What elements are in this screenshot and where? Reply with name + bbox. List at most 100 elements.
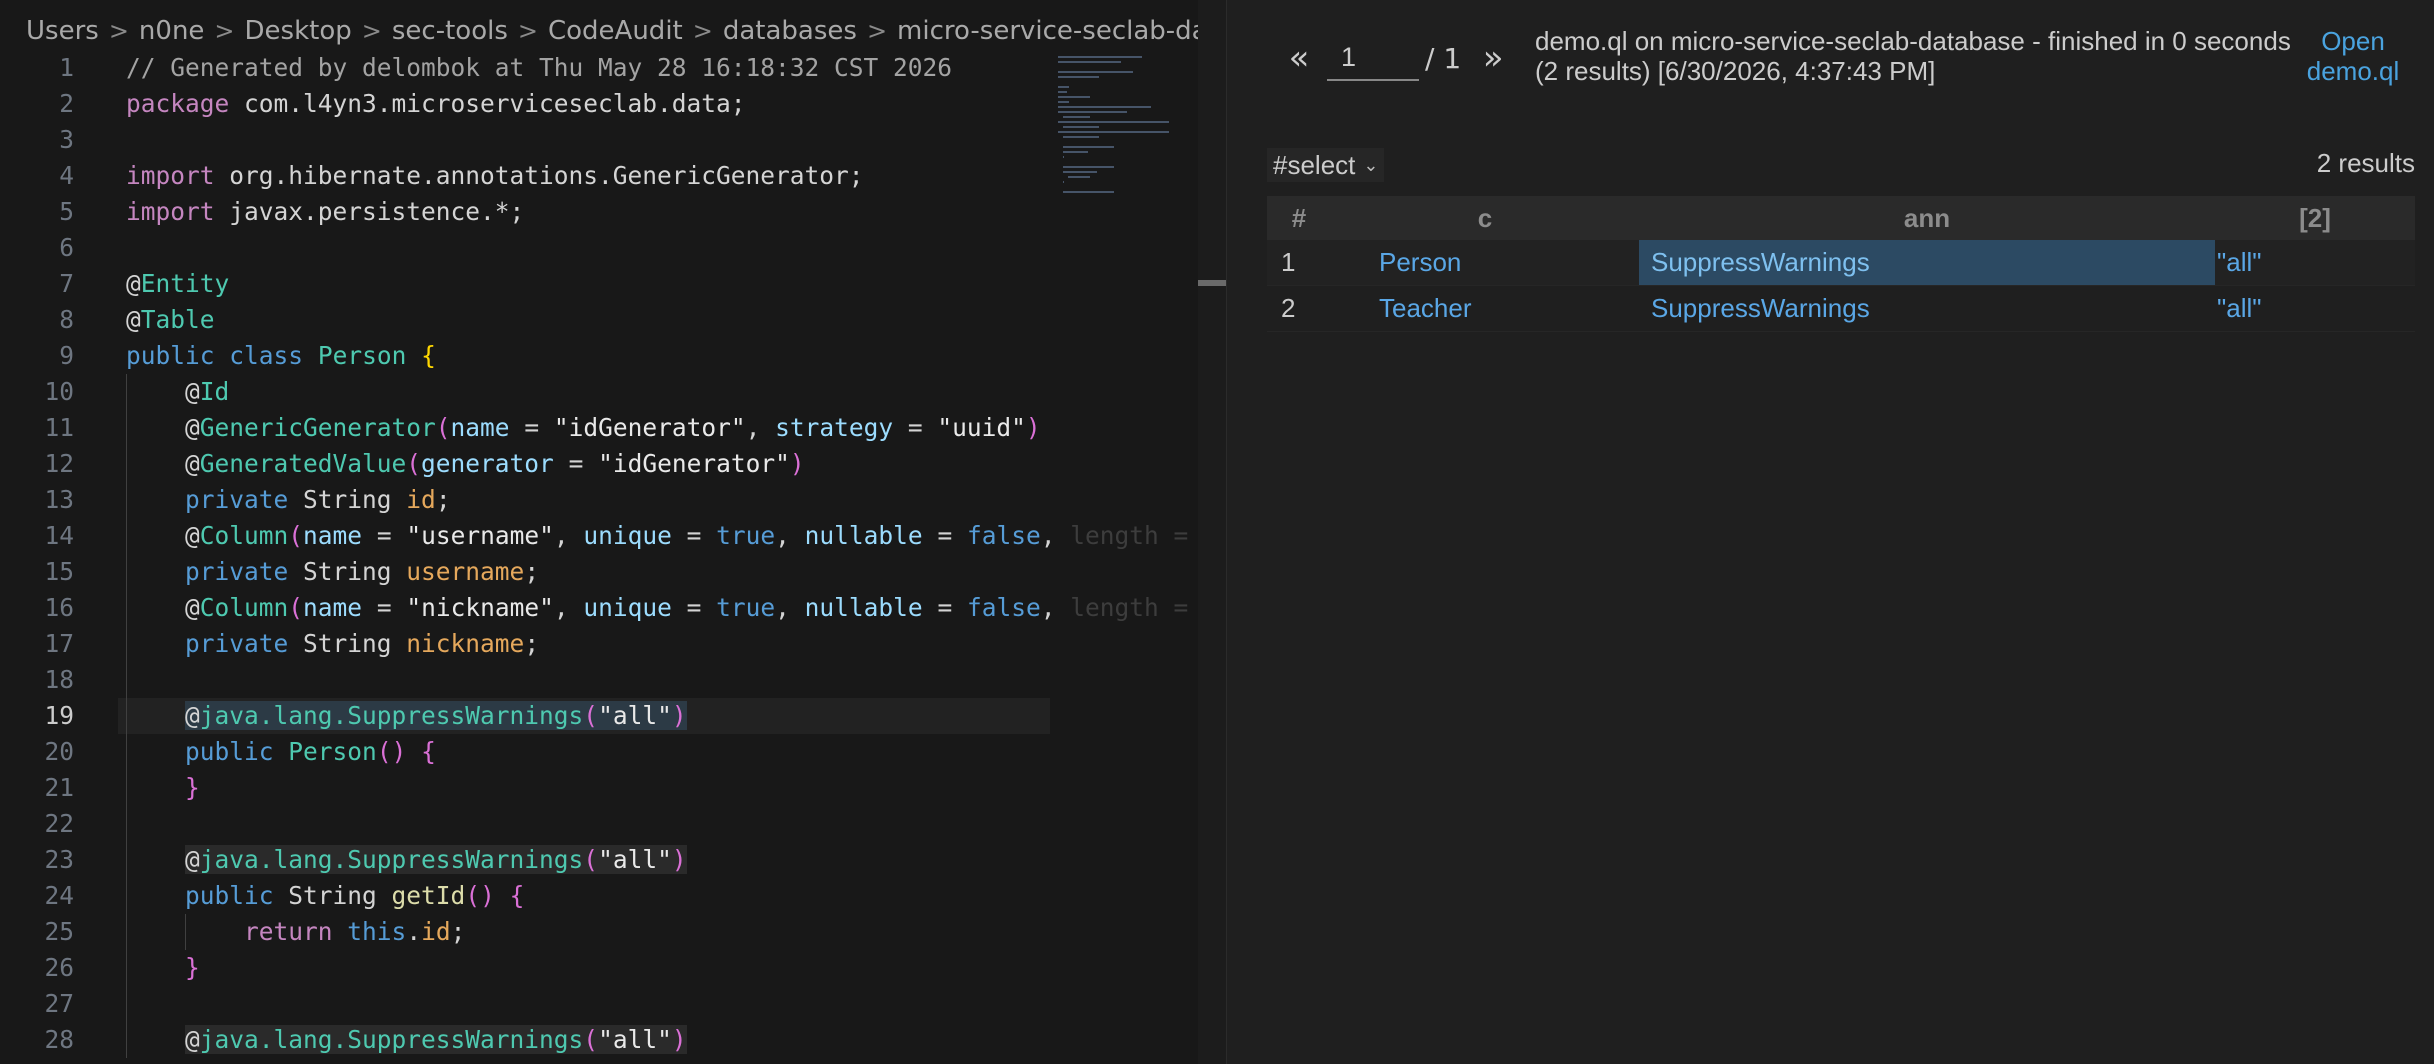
line-number: 11	[44, 413, 74, 442]
result-link[interactable]: "all"	[2205, 240, 2261, 285]
code-text: @GenericGenerator(name = "idGenerator", …	[126, 413, 1041, 442]
line-number: 20	[44, 737, 74, 766]
line-number: 19	[44, 701, 74, 730]
code-text: @java.lang.SuppressWarnings("all")	[185, 845, 687, 874]
result-link[interactable]: "all"	[2205, 286, 2261, 331]
code-line[interactable]: 19 @java.lang.SuppressWarnings("all")	[0, 698, 1050, 734]
result-link[interactable]: SuppressWarnings	[1639, 286, 2215, 331]
breadcrumb-item[interactable]: CodeAudit	[544, 16, 687, 46]
code-line[interactable]: 20 public Person() {	[0, 734, 1050, 770]
code-line[interactable]: 16 @Column(name = "nickname", unique = t…	[0, 590, 1218, 626]
breadcrumb-item[interactable]: micro-service-seclab-database	[893, 16, 1226, 46]
code-area[interactable]: 1 // Generated by delombok at Thu May 28 …	[0, 50, 1218, 1064]
code-text: private String username;	[185, 557, 540, 586]
line-number: 23	[44, 845, 74, 874]
minimap[interactable]	[1058, 56, 1198, 436]
code-line[interactable]: 23 @java.lang.SuppressWarnings("all")	[0, 842, 1050, 878]
row-number: 2	[1281, 293, 1296, 323]
line-number: 12	[44, 449, 74, 478]
column-header[interactable]: #	[1267, 196, 1331, 240]
line-number: 21	[44, 773, 74, 802]
code-line[interactable]: 9 public class Person {	[0, 338, 1050, 374]
indent-guide	[126, 662, 127, 698]
minimap-line	[1062, 146, 1114, 148]
minimap-line	[1062, 151, 1089, 153]
line-number: 24	[44, 881, 74, 910]
query-results-panel: « / 1 » demo.ql on micro-service-seclab-…	[1226, 0, 2434, 1064]
code-line[interactable]: 26 }	[0, 950, 1050, 986]
minimap-line	[1058, 106, 1151, 108]
indent-guide	[126, 806, 127, 842]
code-text: private String id;	[185, 485, 451, 514]
code-text: package com.l4yn3.microserviceseclab.dat…	[126, 89, 746, 118]
minimap-line	[1058, 71, 1133, 73]
code-text: }	[185, 953, 200, 982]
line-number: 6	[59, 233, 74, 262]
minimap-line	[1058, 131, 1169, 133]
line-number: 1	[59, 53, 74, 82]
code-text: }	[185, 773, 200, 802]
result-link[interactable]: Person	[1379, 240, 1461, 285]
result-set-select[interactable]: #select ⌄	[1267, 148, 1385, 182]
chevron-right-icon: >	[866, 17, 888, 45]
code-line[interactable]: 14 @Column(name = "username", unique = t…	[0, 518, 1218, 554]
code-line[interactable]: 10 @Id	[0, 374, 1050, 410]
code-line[interactable]: 28 @java.lang.SuppressWarnings("all")	[0, 1022, 1050, 1058]
line-number: 28	[44, 1025, 74, 1054]
code-line[interactable]: 18	[0, 662, 1050, 698]
open-query-link[interactable]: Open demo.ql	[2293, 26, 2413, 86]
editor-scrollbar[interactable]	[1198, 0, 1226, 1064]
code-line[interactable]: 11 @GenericGenerator(name = "idGenerator…	[0, 410, 1050, 446]
breadcrumb-item[interactable]: Users	[0, 16, 103, 46]
code-line[interactable]: 6	[0, 230, 1050, 266]
code-line[interactable]: 17 private String nickname;	[0, 626, 1050, 662]
minimap-line	[1058, 121, 1169, 123]
line-number: 9	[59, 341, 74, 370]
minimap-line	[1058, 56, 1142, 58]
code-text: @Table	[126, 305, 215, 334]
code-line[interactable]: 24 public String getId() {	[0, 878, 1050, 914]
breadcrumb-item[interactable]: n0ne	[135, 16, 209, 46]
code-line[interactable]: 8 @Table	[0, 302, 1050, 338]
code-line[interactable]: 13 private String id;	[0, 482, 1050, 518]
result-link[interactable]: Teacher	[1379, 286, 1472, 331]
result-set-label: #select	[1273, 149, 1356, 180]
code-line[interactable]: 2 package com.l4yn3.microserviceseclab.da…	[0, 86, 1050, 122]
code-line[interactable]: 3	[0, 122, 1050, 158]
code-line[interactable]: 27	[0, 986, 1050, 1022]
code-editor[interactable]: Users > n0ne > Desktop > sec-tools > CodeAud…	[0, 0, 1226, 1064]
minimap-line	[1058, 101, 1069, 103]
line-number: 8	[59, 305, 74, 334]
prev-page-icon[interactable]: «	[1281, 38, 1317, 78]
column-header[interactable]: ann	[1639, 196, 2215, 240]
minimap-line	[1062, 181, 1065, 183]
line-number: 15	[44, 557, 74, 586]
breadcrumb-item[interactable]: sec-tools	[388, 16, 512, 46]
code-line[interactable]: 12 @GeneratedValue(generator = "idGenera…	[0, 446, 1050, 482]
scrollbar-thumb[interactable]	[1198, 280, 1226, 286]
code-line[interactable]: 25 return this.id;	[0, 914, 1050, 950]
table-row[interactable]: 1 Person SuppressWarnings "all"	[1267, 240, 2415, 286]
breadcrumb-item[interactable]: Desktop	[241, 16, 356, 46]
line-number: 27	[44, 989, 74, 1018]
code-line[interactable]: 5 import javax.persistence.*;	[0, 194, 1050, 230]
next-page-icon[interactable]: »	[1475, 38, 1511, 78]
result-link[interactable]: SuppressWarnings	[1639, 240, 2215, 285]
code-line[interactable]: 21 }	[0, 770, 1050, 806]
code-text: import javax.persistence.*;	[126, 197, 525, 226]
code-text: @GeneratedValue(generator = "idGenerator…	[126, 449, 805, 478]
line-number: 5	[59, 197, 74, 226]
column-header[interactable]: [2]	[2215, 196, 2415, 240]
minimap-line	[1062, 166, 1114, 168]
code-line[interactable]: 7 @Entity	[0, 266, 1050, 302]
code-line[interactable]: 15 private String username;	[0, 554, 1050, 590]
code-line[interactable]: 4 import org.hibernate.annotations.Generi…	[0, 158, 1050, 194]
chevron-right-icon: >	[108, 17, 129, 45]
code-line[interactable]: 1 // Generated by delombok at Thu May 28 …	[0, 50, 1050, 86]
column-header[interactable]: c	[1331, 196, 1639, 240]
code-text: @Column(name = "nickname", unique = true…	[126, 593, 1218, 622]
page-number-input[interactable]	[1327, 35, 1419, 81]
breadcrumb-item[interactable]: databases	[719, 16, 861, 46]
code-line[interactable]: 22	[0, 806, 1050, 842]
table-row[interactable]: 2 Teacher SuppressWarnings "all"	[1267, 286, 2415, 332]
